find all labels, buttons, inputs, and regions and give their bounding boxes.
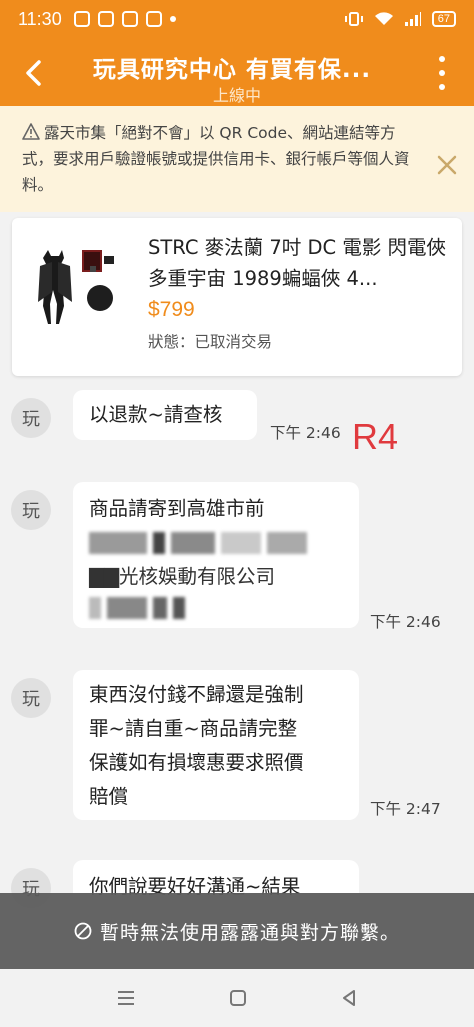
message-bubble: 商品請寄到高雄市前 ▇▇光核娛動有限公司 <box>73 482 359 628</box>
warning-text: 露天市集「絕對不會」以 QR Code、網站連結等方式，要求用戶驗證帳號或提供信… <box>22 124 410 194</box>
redacted-line <box>89 526 343 560</box>
message-line: 東西沒付錢不歸還是強制 <box>89 683 304 706</box>
message-line: 罪~請自重~商品請完整 <box>89 717 298 740</box>
message-time: 下午 2:47 <box>370 800 441 818</box>
product-name: STRC 麥法蘭 7吋 DC 電影 閃電俠 多重宇宙 1989蝙蝠俠 4... <box>148 236 447 290</box>
message-line: 商品請寄到高雄市前 <box>89 497 265 520</box>
warning-icon <box>22 123 40 140</box>
message-line: 賠償 <box>89 785 129 808</box>
chat-disabled-banner: 暫時無法使用露露通與對方聯繫。 <box>0 893 474 969</box>
avatar[interactable]: 玩 <box>11 398 51 438</box>
system-nav-bar <box>0 969 474 1027</box>
signal-icon <box>404 12 421 26</box>
product-thumbnail <box>26 236 131 336</box>
more-options-button[interactable] <box>430 56 454 90</box>
message-time: 下午 2:46 <box>370 613 441 631</box>
recent-apps-icon[interactable] <box>115 989 137 1007</box>
message-line: 保護如有損壞惠要求照價 <box>89 751 304 774</box>
back-nav-icon[interactable] <box>339 988 359 1008</box>
messenger-icon <box>121 11 138 27</box>
online-status: 上線中 <box>212 86 261 105</box>
close-icon <box>437 155 457 175</box>
security-warning: 露天市集「絕對不會」以 QR Code、網站連結等方式，要求用戶驗證帳號或提供信… <box>0 106 474 212</box>
more-vertical-icon <box>439 56 445 62</box>
battery-icon: 67 <box>431 11 456 27</box>
chat-header: 玩具研究中心 有買有保... 上線中 <box>0 38 474 106</box>
close-warning-button[interactable] <box>436 154 458 176</box>
prohibited-icon <box>74 922 92 940</box>
annotation-label: R4 <box>352 416 399 457</box>
product-card[interactable]: STRC 麥法蘭 7吋 DC 電影 閃電俠 多重宇宙 1989蝙蝠俠 4... … <box>12 218 462 376</box>
avatar[interactable]: 玩 <box>11 490 51 530</box>
redacted-line <box>89 594 343 622</box>
order-status: 狀態：已取消交易 <box>148 333 273 351</box>
message-time: 下午 2:46 <box>270 424 341 442</box>
message-bubble: 以退款~請查核 <box>73 390 257 440</box>
home-icon[interactable] <box>228 988 248 1008</box>
message-line: 以退款~請查核 <box>89 403 223 426</box>
vibrate-icon <box>344 12 363 26</box>
avatar[interactable]: 玩 <box>11 678 51 718</box>
clock: 11:30 <box>18 8 62 29</box>
notification-icons <box>73 11 176 27</box>
more-notifications-icon <box>169 16 176 22</box>
line-icon <box>97 11 114 27</box>
message-bubble: 東西沒付錢不歸還是強制 罪~請自重~商品請完整 保護如有損壞惠要求照價 賠償 <box>73 670 359 820</box>
telegram-icon <box>145 11 162 27</box>
snapchat-icon <box>73 11 90 27</box>
page-title[interactable]: 玩具研究中心 有買有保... <box>60 50 404 84</box>
status-bar: 11:30 67 <box>0 0 474 38</box>
wifi-icon <box>374 12 393 25</box>
system-icons: 67 <box>344 11 456 27</box>
message-line: ▇▇光核娛動有限公司 <box>89 565 275 588</box>
banner-text: 暫時無法使用露露通與對方聯繫。 <box>99 921 400 944</box>
product-price: $799 <box>148 298 195 321</box>
